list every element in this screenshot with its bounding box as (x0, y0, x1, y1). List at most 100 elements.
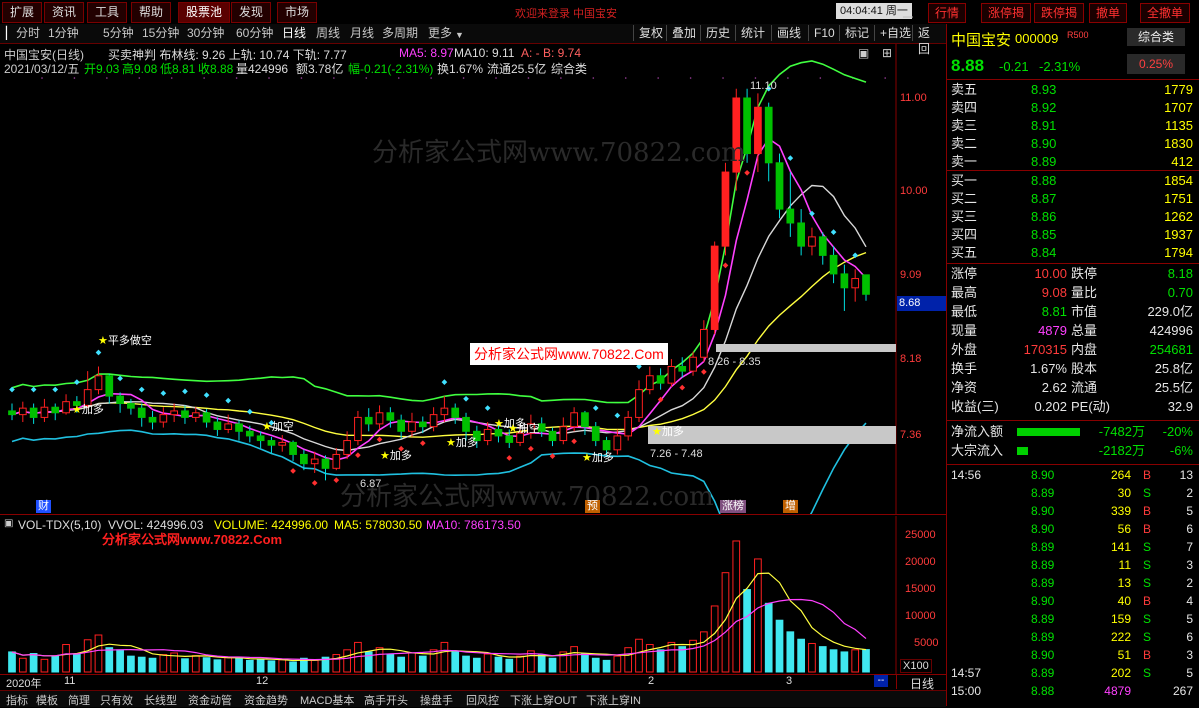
tick-price: 8.89 (1031, 558, 1055, 572)
candle-body (397, 419, 406, 432)
sar-dot-cyan (138, 386, 145, 393)
candle-body (645, 375, 654, 391)
period-5min[interactable]: 5分钟 (103, 26, 134, 41)
flow-value: -7482万 (1098, 424, 1145, 439)
category-name[interactable]: 综合类 (1127, 28, 1185, 46)
period-1min[interactable]: 1分钟 (48, 26, 79, 41)
period-30min[interactable]: 30分钟 (187, 26, 224, 41)
btn-hangqing[interactable]: 行情 (928, 3, 967, 23)
btn-dieting[interactable]: 跌停揭 (1034, 3, 1085, 23)
period-15min[interactable]: 15分钟 (142, 26, 179, 41)
tool-huaxian[interactable]: 画线 (771, 25, 806, 41)
candle-body (818, 236, 827, 256)
ask-row[interactable]: 卖四 8.92 1707 (951, 99, 1195, 117)
tool-tongji[interactable]: 统计 (735, 25, 770, 41)
sar-dot-red (679, 384, 686, 391)
minimize-icon[interactable]: ▁ (903, 4, 912, 18)
flag-zeng[interactable]: 增 (783, 500, 798, 513)
volume-bar (8, 651, 16, 673)
chevron-down-icon[interactable]: ▼ (455, 28, 464, 43)
menu-gongju[interactable]: 工具 (87, 2, 128, 23)
tool-biaoji[interactable]: 标记 (839, 25, 874, 41)
candle-body (429, 414, 438, 428)
sar-dot-red (701, 369, 707, 375)
menu-gupiaochi[interactable]: 股票池 (178, 2, 231, 23)
menu-faxian[interactable]: 发现 (231, 2, 272, 23)
tool-lishi[interactable]: 历史 (700, 25, 735, 41)
volume-bar (764, 602, 773, 673)
candle-body (462, 416, 470, 432)
tool-zixuan[interactable]: +自选 (874, 25, 916, 41)
bid-price: 8.88 (1031, 173, 1057, 188)
period-more[interactable]: 更多 (428, 26, 452, 41)
stat-label: 涨停 (951, 266, 978, 281)
category-pct: 0.25% (1127, 54, 1185, 74)
bid-label: 买二 (951, 191, 978, 206)
menu-bangzhu[interactable]: 帮助 (131, 2, 172, 23)
volume-bar (537, 654, 546, 673)
tool-fuquan[interactable]: 复权 (633, 25, 668, 41)
candle-body (354, 416, 362, 442)
period-fenshi[interactable]: 分时 (16, 26, 40, 41)
bottom-period[interactable]: 日线 (896, 675, 947, 691)
btn-chedan[interactable]: 撤单 (1089, 3, 1128, 23)
ask-volume: 1830 (1164, 136, 1193, 151)
top-dot (560, 77, 562, 79)
bid-label: 买三 (951, 209, 978, 224)
stat-value: 8.18 (1167, 266, 1193, 281)
tool-fanhui[interactable]: 返回 (912, 25, 946, 56)
stat-label: 最高 (951, 285, 978, 300)
top-dot (495, 77, 497, 79)
sar-dot-cyan (160, 390, 167, 397)
divider (947, 79, 1199, 80)
ask-row[interactable]: 卖一 8.89 412 (951, 153, 1195, 171)
vol-tick-3: 10000 (905, 610, 936, 622)
candle-body (451, 407, 460, 418)
ask-row[interactable]: 卖三 8.91 1135 (951, 117, 1195, 135)
menu-kuozhan[interactable]: 扩展 (2, 2, 43, 23)
volume-bar (159, 654, 168, 673)
period-60min[interactable]: 60分钟 (236, 26, 273, 41)
tick-count: 13 (1179, 468, 1193, 482)
ask-row[interactable]: 卖二 8.90 1830 (951, 135, 1195, 153)
ask-volume: 1707 (1164, 100, 1193, 115)
period-multi[interactable]: 多周期 (382, 26, 418, 41)
candle-body (624, 416, 633, 437)
candle-body (300, 453, 308, 465)
period-menu-icon[interactable]: ▏ (6, 26, 15, 41)
bid-row[interactable]: 买五 8.84 1794 (951, 244, 1195, 262)
tool-f10[interactable]: F10 (808, 25, 840, 41)
period-month[interactable]: 月线 (350, 26, 374, 41)
candle-body (267, 440, 276, 446)
period-day[interactable]: 日线 (282, 26, 306, 41)
volume-panel[interactable]: ▣ VOL-TDX(5,10) VVOL: 424996.03 VOLUME: … (0, 516, 946, 674)
btn-quanchedan[interactable]: 全撤单 (1140, 3, 1191, 23)
stat-value: 0.70 (1167, 285, 1193, 300)
tool-diejia[interactable]: 叠加 (666, 25, 701, 41)
candle-body (408, 421, 416, 432)
btn-zhangting[interactable]: 涨停揭 (981, 3, 1032, 23)
ask-row[interactable]: 卖五 8.93 1779 (951, 81, 1195, 99)
bid-row[interactable]: 买四 8.85 1937 (951, 226, 1195, 244)
date-cursor-icon[interactable]: -- (874, 675, 888, 687)
stat-row: 现量 4879 总量 424996 (951, 322, 1195, 340)
kline-chart-panel[interactable]: 中国宝安(日线) 买卖神判 布林线: 9.26 上轨: 10.74 下轨: 7.… (0, 44, 948, 514)
stat-row: 净资 2.62 流通 25.5亿 (951, 379, 1195, 397)
bid-row[interactable]: 买一 8.88 1854 (951, 172, 1195, 190)
menu-zixun[interactable]: 资讯 (44, 2, 85, 23)
period-week[interactable]: 周线 (316, 26, 340, 41)
bid-row[interactable]: 买三 8.86 1262 (951, 208, 1195, 226)
candle-body (386, 412, 395, 421)
flag-cai[interactable]: 财 (36, 500, 51, 513)
menu-shichang[interactable]: 市场 (277, 2, 318, 23)
top-menu-bar: 扩展 资讯 工具 帮助 股票池 发现 市场 欢迎来登录 中国宝安 04:04:4… (0, 0, 1199, 25)
flow-pct: -20% (1162, 424, 1193, 439)
bid-row[interactable]: 买二 8.87 1751 (951, 190, 1195, 208)
top-dot (754, 77, 757, 79)
candle-body (213, 421, 222, 430)
tick-time: 14:57 (951, 666, 982, 680)
flag-yu[interactable]: 预 (585, 500, 600, 513)
zone-bar-mid (716, 344, 896, 352)
flag-zhangbang[interactable]: 涨榜 (720, 500, 746, 513)
tick-side: S (1143, 558, 1152, 572)
